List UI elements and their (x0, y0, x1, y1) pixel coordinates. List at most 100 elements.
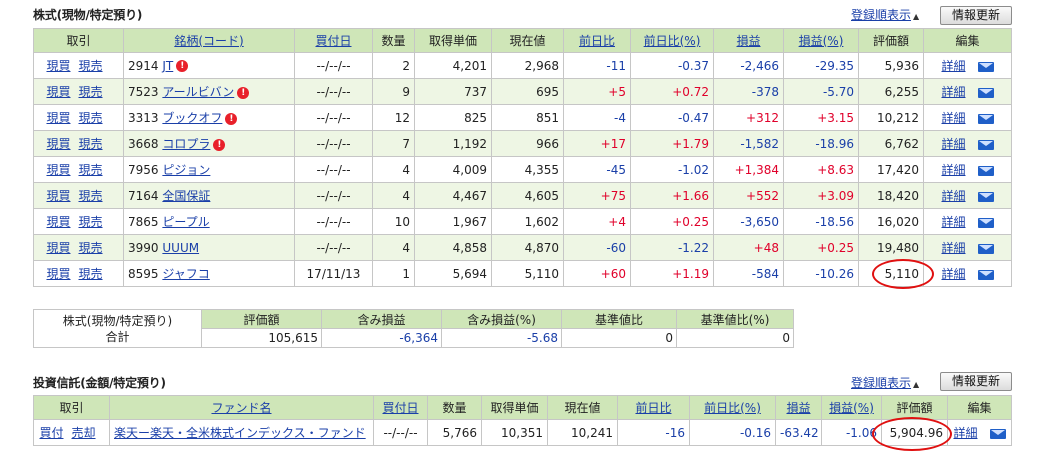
mail-icon[interactable] (977, 139, 994, 150)
sell-link[interactable]: 現売 (79, 163, 103, 177)
sell-link[interactable]: 現売 (79, 85, 103, 99)
detail-link[interactable]: 詳細 (941, 137, 965, 151)
issue-name-link[interactable]: アールビバン (162, 85, 234, 99)
issue-name-link[interactable]: 全国保証 (162, 189, 210, 203)
sell-link[interactable]: 現売 (79, 111, 103, 125)
col-pl[interactable]: 損益 (713, 28, 784, 53)
issue-name-link[interactable]: JT (162, 59, 173, 73)
buy-link[interactable]: 現買 (46, 189, 70, 203)
sell-link[interactable]: 現売 (79, 241, 103, 255)
fund-buy-link[interactable]: 買付 (39, 426, 63, 440)
mail-icon[interactable] (977, 165, 994, 176)
mail-icon[interactable] (977, 269, 994, 280)
fund-col-buy-date[interactable]: 買付日 (373, 395, 428, 420)
fund-col-name[interactable]: ファンド名 (109, 395, 374, 420)
fund-edit-cell: 詳細 (947, 419, 1012, 446)
summary-head-unrealized: 含み損益 (321, 309, 442, 329)
fund-profit-loss: -63.42 (775, 419, 822, 446)
issue-name-link[interactable]: ジャフコ (162, 267, 209, 281)
summary-unrealized-pct: -5.68 (441, 328, 562, 348)
buy-link[interactable]: 現買 (46, 163, 70, 177)
issue-code: 7164 (128, 189, 159, 203)
stocks-refresh-button[interactable]: 情報更新 (940, 6, 1012, 25)
mail-icon[interactable] (977, 87, 994, 98)
fund-col-change[interactable]: 前日比 (617, 395, 690, 420)
buy-link[interactable]: 現買 (46, 137, 70, 151)
col-buy-date[interactable]: 買付日 (294, 28, 373, 53)
fund-col-pl-pct[interactable]: 損益(%) (821, 395, 882, 420)
detail-link[interactable]: 詳細 (941, 189, 965, 203)
mail-icon[interactable] (977, 243, 994, 254)
unit-cost: 4,467 (414, 182, 492, 209)
issue-name-link[interactable]: コロプラ (162, 137, 210, 151)
col-issue[interactable]: 銘柄(コード) (123, 28, 295, 53)
funds-sort-label[interactable]: 登録順表示 (851, 376, 911, 390)
detail-link[interactable]: 詳細 (941, 85, 965, 99)
alert-icon[interactable]: ! (225, 112, 238, 125)
stocks-section-title: 株式(現物/特定預り) (33, 8, 143, 22)
mail-icon[interactable] (977, 61, 994, 72)
buy-link[interactable]: 現買 (46, 215, 70, 229)
buy-link[interactable]: 現買 (46, 241, 70, 255)
buy-link[interactable]: 現買 (46, 111, 70, 125)
alert-icon[interactable]: ! (213, 138, 226, 151)
detail-link[interactable]: 詳細 (941, 163, 965, 177)
unit-cost: 737 (414, 78, 492, 105)
col-pl-pct[interactable]: 損益(%) (783, 28, 859, 53)
profit-loss: +312 (713, 104, 784, 131)
mail-icon[interactable] (977, 113, 994, 124)
fund-day-change: -16 (617, 419, 690, 446)
buy-date: --/--/-- (294, 208, 373, 235)
mail-icon[interactable] (977, 191, 994, 202)
funds-refresh-button[interactable]: 情報更新 (940, 372, 1012, 391)
buy-date: --/--/-- (294, 182, 373, 209)
fund-detail-link[interactable]: 詳細 (953, 426, 977, 440)
fund-current-price: 10,241 (547, 419, 618, 446)
quantity: 10 (372, 208, 415, 235)
summary-head-unrealized-pct: 含み損益(%) (441, 309, 562, 329)
edit-cell: 詳細 (923, 260, 1012, 287)
stocks-sort-label[interactable]: 登録順表示 (851, 8, 911, 22)
col-change-pct[interactable]: 前日比(%) (630, 28, 714, 53)
col-change[interactable]: 前日比 (563, 28, 631, 53)
funds-sort-link[interactable]: 登録順表示 ▲ (851, 374, 919, 391)
sell-link[interactable]: 現売 (79, 267, 103, 281)
fund-col-change-pct[interactable]: 前日比(%) (689, 395, 776, 420)
buy-link[interactable]: 現買 (46, 85, 70, 99)
quantity: 1 (372, 260, 415, 287)
sell-link[interactable]: 現売 (79, 137, 103, 151)
alert-icon[interactable]: ! (176, 60, 189, 72)
unit-cost: 1,192 (414, 130, 492, 157)
funds-table: 取引 ファンド名 買付日 数量 取得単価 現在値 前日比 前日比(%) 損益 損… (33, 395, 1012, 446)
sell-link[interactable]: 現売 (79, 189, 103, 203)
issue-name-link[interactable]: ピジョン (162, 163, 210, 177)
summary-unrealized: -6,364 (321, 328, 442, 348)
day-change: +17 (563, 130, 631, 157)
issue-name-link[interactable]: UUUM (162, 241, 199, 255)
fund-row: 買付 売却 楽天ー楽天・全米株式インデックス・ファンド --/--/-- 5,766 10… (33, 419, 1012, 446)
mail-icon[interactable] (989, 428, 1006, 439)
valuation: 17,420 (858, 156, 924, 183)
issue-name-link[interactable]: ピープル (162, 215, 209, 229)
valuation: 18,420 (858, 182, 924, 209)
stocks-sort-link[interactable]: 登録順表示 ▲ (851, 6, 919, 23)
profit-loss-pct: -10.26 (783, 260, 859, 287)
sell-link[interactable]: 現売 (79, 59, 103, 73)
detail-link[interactable]: 詳細 (941, 59, 965, 73)
buy-link[interactable]: 現買 (46, 267, 70, 281)
mail-icon[interactable] (977, 217, 994, 228)
issue-cell: 7164 全国保証 (123, 182, 295, 209)
issue-name-link[interactable]: ブックオフ (162, 111, 222, 125)
fund-col-pl[interactable]: 損益 (775, 395, 822, 420)
detail-link[interactable]: 詳細 (941, 267, 965, 281)
alert-icon[interactable]: ! (237, 86, 250, 99)
fund-name-link[interactable]: 楽天ー楽天・全米株式インデックス・ファンド (114, 426, 366, 440)
detail-link[interactable]: 詳細 (941, 111, 965, 125)
buy-link[interactable]: 現買 (46, 59, 70, 73)
detail-link[interactable]: 詳細 (941, 215, 965, 229)
fund-sell-link[interactable]: 売却 (72, 426, 96, 440)
sort-triangle-icon: ▲ (913, 12, 920, 21)
detail-link[interactable]: 詳細 (941, 241, 965, 255)
sell-link[interactable]: 現売 (79, 215, 103, 229)
summary-header-row: 株式(現物/特定預り) 合計 評価額 含み損益 含み損益(%) 基準値比 基準値… (33, 309, 794, 348)
